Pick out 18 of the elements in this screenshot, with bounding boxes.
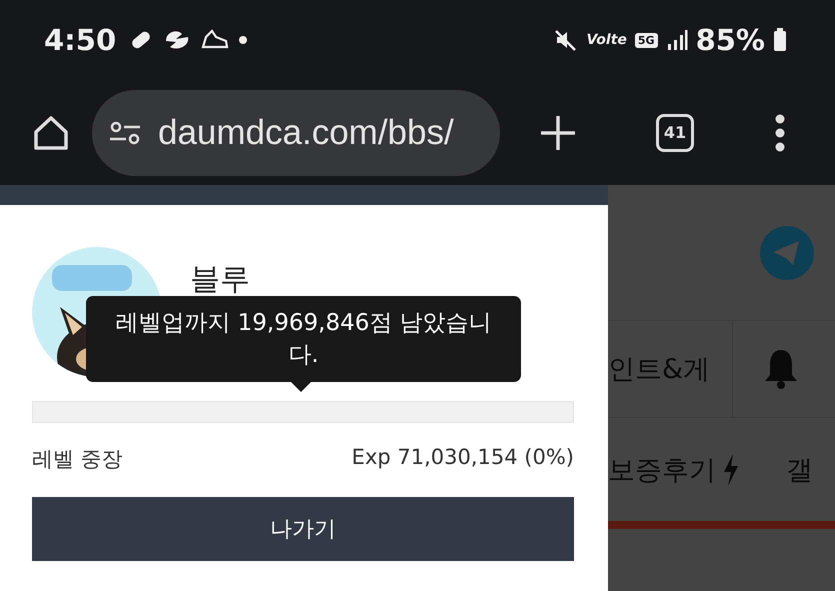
exit-button[interactable]: 나가기 xyxy=(32,497,574,561)
clock-time: 4:50 xyxy=(44,23,116,57)
network-badge: 5G xyxy=(634,32,658,48)
battery-icon xyxy=(773,28,787,52)
tooltip-text: 레벨업까지 19,969,846점 남았습니다. xyxy=(115,310,492,368)
exp-text: Exp 71,030,154 (0%) xyxy=(352,445,574,471)
user-name: 블루 xyxy=(190,261,250,299)
network-label: Volte xyxy=(586,32,627,48)
lightning-icon xyxy=(722,452,740,486)
level-label: 레벨 중장 xyxy=(32,446,123,473)
signal-icon xyxy=(666,29,688,51)
mute-icon xyxy=(552,27,578,53)
more-icon[interactable] xyxy=(774,112,786,152)
battery-percent: 85% xyxy=(696,23,765,57)
url-text: daumdca.com/bbs/ xyxy=(158,112,454,152)
address-bar[interactable]: daumdca.com/bbs/ xyxy=(92,90,500,176)
tab-count-button[interactable]: 41 xyxy=(656,114,694,152)
dot-icon xyxy=(238,35,248,45)
